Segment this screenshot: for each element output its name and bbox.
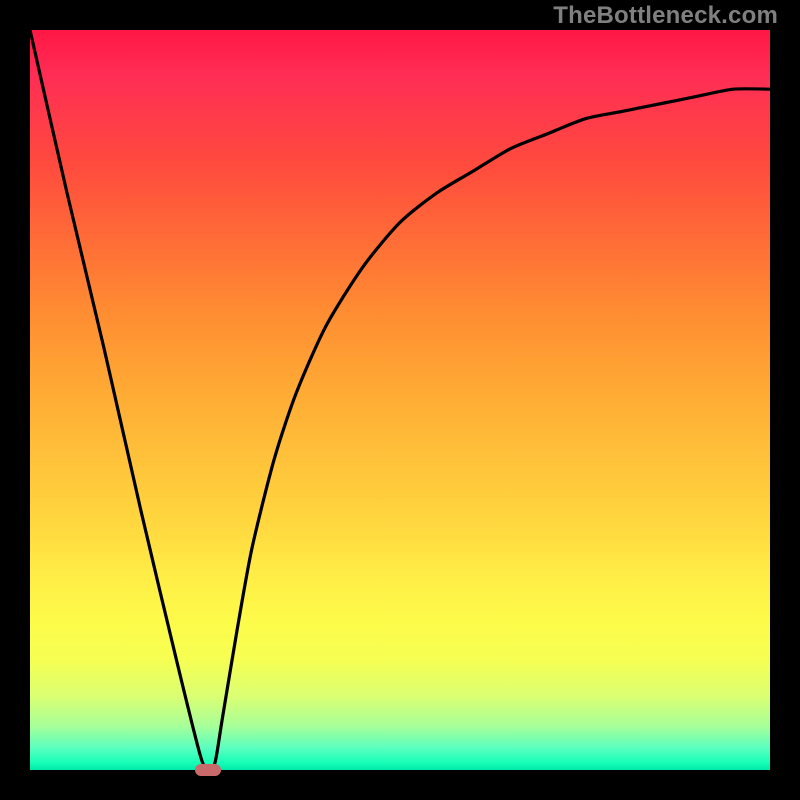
plot-area — [30, 30, 770, 770]
bottleneck-curve — [30, 30, 770, 770]
chart-frame: TheBottleneck.com — [0, 0, 800, 800]
min-marker — [195, 764, 221, 776]
watermark-text: TheBottleneck.com — [553, 2, 778, 30]
